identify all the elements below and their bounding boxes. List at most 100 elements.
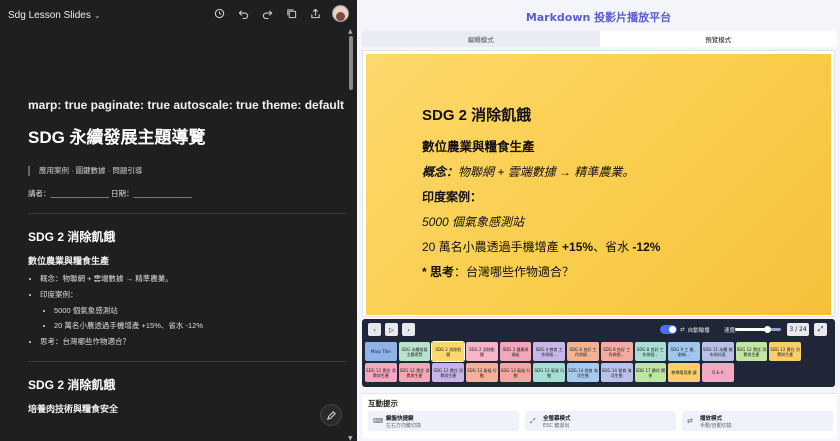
slide-thumbnail[interactable]: SDG 12 責任 消費與生產 (365, 363, 397, 382)
slide-thumbnail[interactable]: SDG 13 氣候 行動 (533, 363, 566, 382)
thumbnail-strip: Marp Title SDG 永續發展主題導覽 SDG 2 消除飢餓 SDG 2 消除… (365, 341, 832, 382)
slide-case-label: 印度案例： (422, 190, 483, 204)
slide-thumbnail[interactable]: Marp Title (365, 342, 397, 361)
section-subheading: 培養肉技術與糧食安全 (28, 404, 119, 414)
slide-thumbnail[interactable]: SDG 2 消除飢餓 (466, 342, 498, 361)
repeat-icon: ⇄ (680, 326, 685, 333)
autoplay-toggle-group: ⇄ 自動輪播 (660, 325, 710, 334)
slider-fill (735, 328, 768, 331)
slide-thumbnail[interactable]: SDG 12 責任 消費與生產 (769, 342, 801, 361)
slide-counter: 3 / 24 (787, 323, 809, 336)
slide-thumbnail[interactable]: SDG 13 氣候 行動 (499, 363, 532, 382)
list-item: 5000 個氣象感測站 (54, 305, 346, 316)
chevron-down-icon[interactable]: ⌄ (94, 11, 101, 20)
hints-title: 互動提示 (368, 399, 398, 408)
slide-thumbnail[interactable]: SDG 4 教育 工作與經… (533, 342, 566, 361)
app-window: Sdg Lesson Slides ⌄ marp: true paginate:… (0, 0, 840, 441)
divider (28, 361, 346, 362)
hint-card-title: 鍵盤快捷鍵 (386, 415, 414, 422)
slide-content: SDG 2 消除飢餓 數位農業與糧食生產 概念：物聯網 + 雲端數據 → 精準農… (422, 104, 660, 280)
hint-card-title: 播放模式 (700, 415, 723, 422)
tab-edit-mode[interactable]: 編輯模式 (362, 31, 600, 47)
autoplay-label: 自動輪播 (687, 327, 710, 334)
copy-icon[interactable] (284, 7, 298, 21)
pencil-icon (326, 410, 336, 420)
hint-cards: ⌨ 鍵盤快捷鍵 左右方向鍵切換 ⤢ 全螢幕模式 ESC 鍵退出 ⇄ 播放模式 手動/自… (368, 411, 833, 431)
slide-frame: SDG 2 消除飢餓 數位農業與糧食生產 概念：物聯網 + 雲端數據 → 精準農… (362, 50, 835, 317)
undo-icon[interactable] (236, 7, 250, 21)
slide-thumbnail[interactable]: SDG 8 良好 工作與經… (567, 342, 599, 361)
slide-thumbnail[interactable]: SDG 3 健康與福祉 (499, 342, 532, 361)
current-slide: SDG 2 消除飢餓 數位農業與糧食生產 概念：物聯網 + 雲端數據 → 精準農… (366, 54, 831, 315)
slide-thumbnail[interactable]: 教學應用建 議 (668, 363, 700, 382)
play-button[interactable]: ▷ (385, 323, 398, 336)
divider (28, 213, 346, 214)
redo-icon[interactable] (260, 7, 274, 21)
list-item: 思考：台灣哪些作物適合？ (40, 336, 346, 347)
mode-tabs: 編輯模式 預覽模式 (362, 31, 837, 47)
scroll-down-icon[interactable]: ▼ (348, 435, 353, 441)
slide-think-line: * 思考：台灣哪些作物適合？ (422, 265, 575, 279)
speed-slider[interactable] (735, 326, 781, 333)
next-slide-button[interactable]: › (402, 323, 415, 336)
slide-thumbnail[interactable]: SDG 14 保育 海洋生態 (600, 363, 633, 382)
list-item: 20 萬名小農透過手機增產 +15%、省水 -12% (54, 320, 346, 331)
slide-thumbnail[interactable]: SDG 9 工 業、創新… (668, 342, 700, 361)
prev-slide-button[interactable]: ‹ (368, 323, 381, 336)
slide-thumbnail[interactable]: SDG 11 永續 城市與社區 (701, 342, 734, 361)
avatar[interactable] (332, 5, 349, 22)
slide-thumbnail[interactable]: SDG 8 良好 工作與經… (634, 342, 667, 361)
document-title[interactable]: Sdg Lesson Slides (8, 10, 91, 21)
slide-thumbnail[interactable]: SDG 13 氣候 行動 (466, 363, 498, 382)
doc-heading-1: SDG 永續發展主題導覽 (28, 128, 206, 147)
hint-card-keyboard: ⌨ 鍵盤快捷鍵 左右方向鍵切換 (368, 411, 519, 431)
slide-subtitle: 數位農業與糧食生產 (422, 140, 535, 154)
slide-navigator: ‹ ▷ › ⇄ 自動輪播 速度: 3 / 24 ⤢ Marp Title SDG … (362, 319, 835, 387)
frontmatter-text: marp: true paginate: true autoscale: tru… (28, 98, 345, 112)
fullscreen-button[interactable]: ⤢ (814, 323, 827, 336)
list-item: 概念：物聯網 + 雲端數據 → 精準農業。 (40, 273, 346, 284)
share-icon[interactable] (308, 7, 322, 21)
swap-icon: ⇄ (687, 417, 693, 425)
history-icon[interactable] (212, 7, 226, 21)
blockquote: 應用案例 · 圖鍵數據 · 問題引導 (28, 166, 346, 176)
playback-controls: ‹ ▷ › (368, 323, 415, 336)
slide-thumbnail[interactable]: SDG 17 夥伴 關係 (634, 363, 667, 382)
editor-toolbar (212, 5, 349, 22)
autoplay-toggle[interactable] (660, 325, 677, 334)
scroll-up-icon[interactable]: ▲ (348, 28, 353, 35)
hint-card-fullscreen: ⤢ 全螢幕模式 ESC 鍵退出 (525, 411, 676, 431)
bullet-list: 概念：物聯網 + 雲端數據 → 精準農業。 印度案例： 5000 個氣象感測站 … (40, 273, 346, 347)
slide-thumbnail[interactable]: Q & A (701, 363, 734, 382)
section-heading: SDG 2 消除飢餓 (28, 230, 116, 244)
slide-thumbnail[interactable]: SDG 14 保育 海洋生態 (567, 363, 599, 382)
scroll-thumb[interactable] (349, 36, 353, 90)
slide-thumbnail[interactable]: SDG 12 責任 消費與生產 (398, 363, 431, 382)
slide-thumbnail[interactable]: SDG 永續發展主題導覽 (398, 342, 431, 361)
hint-card-playback: ⇄ 播放模式 手動/自動切換 (682, 411, 833, 431)
preview-pane: Markdown 投影片播放平台 編輯模式 預覽模式 SDG 2 消除飢餓 數位… (357, 0, 840, 441)
list-item: 印度案例： 5000 個氣象感測站 20 萬名小農透過手機增產 +15%、省水 … (40, 289, 346, 331)
hint-card-desc: 手動/自動切換 (700, 422, 732, 429)
slide-thumbnail[interactable]: SDG 8 良好 工作與經… (600, 342, 633, 361)
slide-concept-line: 概念：物聯網 + 雲端數據 → 精準農業。 (422, 165, 635, 179)
slider-knob[interactable] (764, 326, 772, 333)
markdown-source[interactable]: marp: true paginate: true autoscale: tru… (28, 98, 346, 415)
editor-scrollbar[interactable]: ▲ ▼ (348, 28, 353, 441)
interaction-hints: 互動提示 ⌨ 鍵盤快捷鍵 左右方向鍵切換 ⤢ 全螢幕模式 ESC 鍵退出 ⇄ 播放模… (362, 393, 837, 439)
section-subheading: 數位農業與糧食生產 (28, 256, 110, 266)
slide-stations-line: 5000 個氣象感測站 (422, 215, 525, 229)
slide-thumbnail[interactable]: SDG 2 消除飢餓 (431, 341, 466, 362)
slide-thumbnail[interactable]: SDG 12 責任 消費與生產 (735, 342, 768, 361)
slide-title: SDG 2 消除飢餓 (422, 107, 532, 124)
slide-farmers-line: 20 萬名小農透過手機增產 +15%、省水 -12% (422, 240, 661, 254)
tab-preview-mode[interactable]: 預覽模式 (599, 31, 837, 47)
section-heading: SDG 2 消除飢餓 (28, 378, 116, 392)
markdown-editor-pane: Sdg Lesson Slides ⌄ marp: true paginate:… (0, 0, 357, 441)
app-title: Markdown 投影片播放平台 (525, 11, 672, 24)
slide-thumbnail[interactable]: SDG 12 責任 消費與生產 (432, 363, 465, 382)
edit-button[interactable] (320, 404, 342, 426)
hint-card-desc: 左右方向鍵切換 (386, 422, 422, 429)
nested-list: 5000 個氣象感測站 20 萬名小農透過手機增產 +15%、省水 -12% (54, 305, 346, 331)
fullscreen-icon: ⤢ (530, 416, 536, 425)
